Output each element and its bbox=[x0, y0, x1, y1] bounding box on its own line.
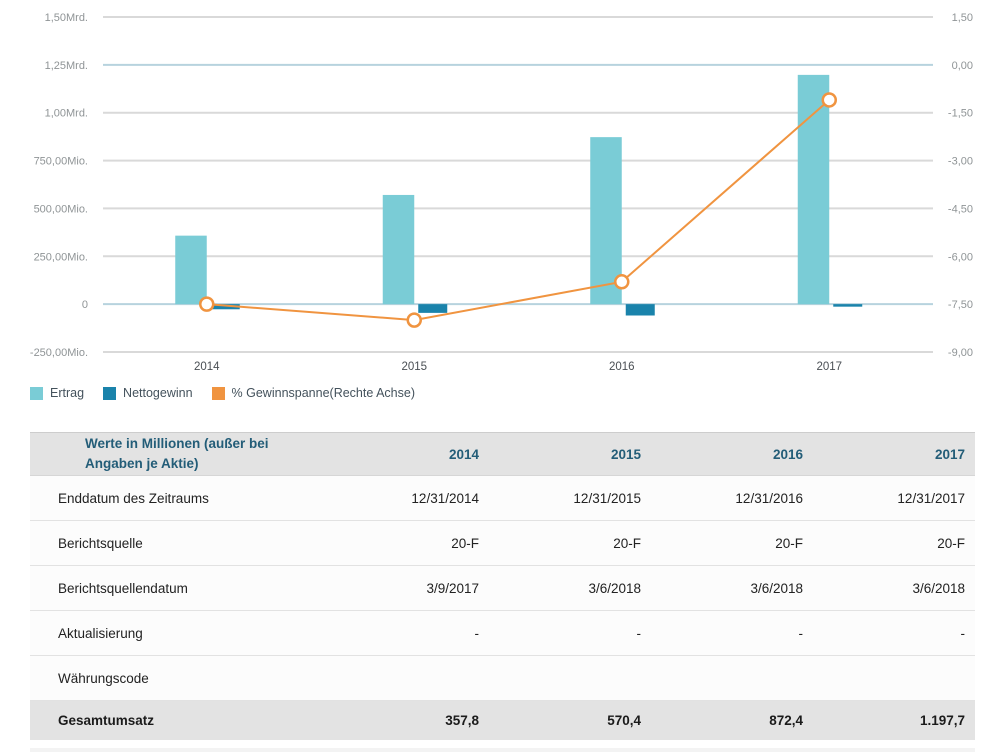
nettogewinn-bar-2016[interactable] bbox=[626, 304, 655, 315]
row-value: 570,4 bbox=[479, 713, 641, 728]
right-axis-tick-label: -1,50 bbox=[948, 108, 973, 120]
left-axis-tick-label: 1,00Mrd. bbox=[45, 108, 88, 120]
right-axis-tick-label: -4,50 bbox=[948, 203, 973, 215]
row-label: Aktualisierung bbox=[58, 626, 317, 641]
row-value: - bbox=[479, 626, 641, 641]
row-label: Berichtsquellendatum bbox=[58, 581, 317, 596]
row-value: 3/6/2018 bbox=[803, 581, 965, 596]
table-row: Gesamtumsatz357,8570,4872,41.197,7 bbox=[30, 701, 975, 740]
ertrag-bar-2015[interactable] bbox=[383, 195, 415, 304]
left-axis-tick-label: 1,50Mrd. bbox=[45, 12, 88, 24]
row-label: Enddatum des Zeitraums bbox=[58, 491, 317, 506]
legend-swatch-icon bbox=[212, 387, 225, 400]
legend-item[interactable]: Nettogewinn bbox=[103, 386, 193, 400]
row-value: 20-F bbox=[317, 536, 479, 551]
next-row-partial bbox=[30, 748, 975, 752]
row-label: Gesamtumsatz bbox=[58, 713, 317, 728]
row-value: 20-F bbox=[479, 536, 641, 551]
bar-series-ertrag bbox=[175, 75, 829, 304]
legend-item[interactable]: % Gewinnspanne(Rechte Achse) bbox=[212, 386, 415, 400]
table-header-year: 2016 bbox=[641, 447, 803, 462]
right-axis-tick-label: -6,00 bbox=[948, 251, 973, 263]
table-header-label: Werte in Millionen (außer bei Angaben je… bbox=[85, 434, 300, 473]
legend-label: Nettogewinn bbox=[123, 386, 193, 400]
row-value: 3/9/2017 bbox=[317, 581, 479, 596]
legend-label: Ertrag bbox=[50, 386, 84, 400]
row-value: 12/31/2017 bbox=[803, 491, 965, 506]
left-axis-tick-label: -250,00Mio. bbox=[30, 347, 88, 359]
financials-panel: 1,50Mrd. 1,25Mrd. 1,00Mrd. 750,00Mio. 500,00… bbox=[0, 0, 986, 752]
row-value: 1.197,7 bbox=[803, 713, 965, 728]
left-axis-tick-label: 750,00Mio. bbox=[34, 156, 88, 168]
left-axis-tick-label: 0 bbox=[82, 299, 88, 311]
row-value: 3/6/2018 bbox=[641, 581, 803, 596]
x-axis-category-label: 2014 bbox=[194, 361, 220, 373]
bar-series-nettogewinn bbox=[211, 304, 863, 315]
legend-item[interactable]: Ertrag bbox=[30, 386, 84, 400]
gewinnspanne-point-2015[interactable] bbox=[408, 314, 421, 327]
row-value: 12/31/2015 bbox=[479, 491, 641, 506]
table-header-year: 2014 bbox=[317, 447, 479, 462]
row-value: 3/6/2018 bbox=[479, 581, 641, 596]
chart-legend: Ertrag Nettogewinn % Gewinnspanne(Rechte A… bbox=[30, 386, 415, 400]
x-axis-category-label: 2017 bbox=[816, 361, 842, 373]
table-row: Aktualisierung---- bbox=[30, 611, 975, 656]
left-axis-tick-label: 500,00Mio. bbox=[34, 203, 88, 215]
revenue-profit-chart: 1,50Mrd. 1,25Mrd. 1,00Mrd. 750,00Mio. 500,00… bbox=[0, 0, 986, 380]
row-value: - bbox=[803, 626, 965, 641]
right-axis-tick-label: 0,00 bbox=[952, 60, 973, 72]
nettogewinn-bar-2017[interactable] bbox=[833, 304, 862, 307]
legend-swatch-icon bbox=[103, 387, 116, 400]
row-label: Währungscode bbox=[58, 671, 317, 686]
row-value: - bbox=[641, 626, 803, 641]
gewinnspanne-line bbox=[207, 100, 830, 320]
row-value: 12/31/2016 bbox=[641, 491, 803, 506]
right-axis-tick-label: -7,50 bbox=[948, 299, 973, 311]
nettogewinn-bar-2015[interactable] bbox=[418, 304, 447, 313]
financials-table: Werte in Millionen (außer bei Angaben je… bbox=[30, 432, 975, 740]
ertrag-bar-2014[interactable] bbox=[175, 236, 207, 304]
ertrag-bar-2017[interactable] bbox=[798, 75, 830, 304]
row-value: 20-F bbox=[803, 536, 965, 551]
x-axis-category-label: 2016 bbox=[609, 361, 635, 373]
legend-swatch-icon bbox=[30, 387, 43, 400]
gewinnspanne-point-2017[interactable] bbox=[823, 93, 836, 106]
table-header-year: 2017 bbox=[803, 447, 965, 462]
right-axis-tick-label: -3,00 bbox=[948, 156, 973, 168]
table-header-year: 2015 bbox=[479, 447, 641, 462]
x-axis-category-label: 2015 bbox=[401, 361, 427, 373]
gewinnspanne-point-2014[interactable] bbox=[200, 298, 213, 311]
row-value: 872,4 bbox=[641, 713, 803, 728]
table-row: Berichtsquelle20-F20-F20-F20-F bbox=[30, 521, 975, 566]
table-row: Währungscode bbox=[30, 656, 975, 701]
left-axis-tick-label: 250,00Mio. bbox=[34, 251, 88, 263]
table-header-row: Werte in Millionen (außer bei Angaben je… bbox=[30, 432, 975, 476]
row-value: - bbox=[317, 626, 479, 641]
right-axis-tick-label: -9,00 bbox=[948, 347, 973, 359]
table-body: Enddatum des Zeitraums12/31/201412/31/20… bbox=[30, 476, 975, 740]
table-row: Enddatum des Zeitraums12/31/201412/31/20… bbox=[30, 476, 975, 521]
table-row: Berichtsquellendatum3/9/20173/6/20183/6/… bbox=[30, 566, 975, 611]
row-value: 12/31/2014 bbox=[317, 491, 479, 506]
legend-label: % Gewinnspanne(Rechte Achse) bbox=[232, 386, 415, 400]
gewinnspanne-point-2016[interactable] bbox=[615, 275, 628, 288]
row-value: 20-F bbox=[641, 536, 803, 551]
left-axis-tick-label: 1,25Mrd. bbox=[45, 60, 88, 72]
row-value: 357,8 bbox=[317, 713, 479, 728]
right-axis-tick-label: 1,50 bbox=[952, 12, 973, 24]
row-label: Berichtsquelle bbox=[58, 536, 317, 551]
